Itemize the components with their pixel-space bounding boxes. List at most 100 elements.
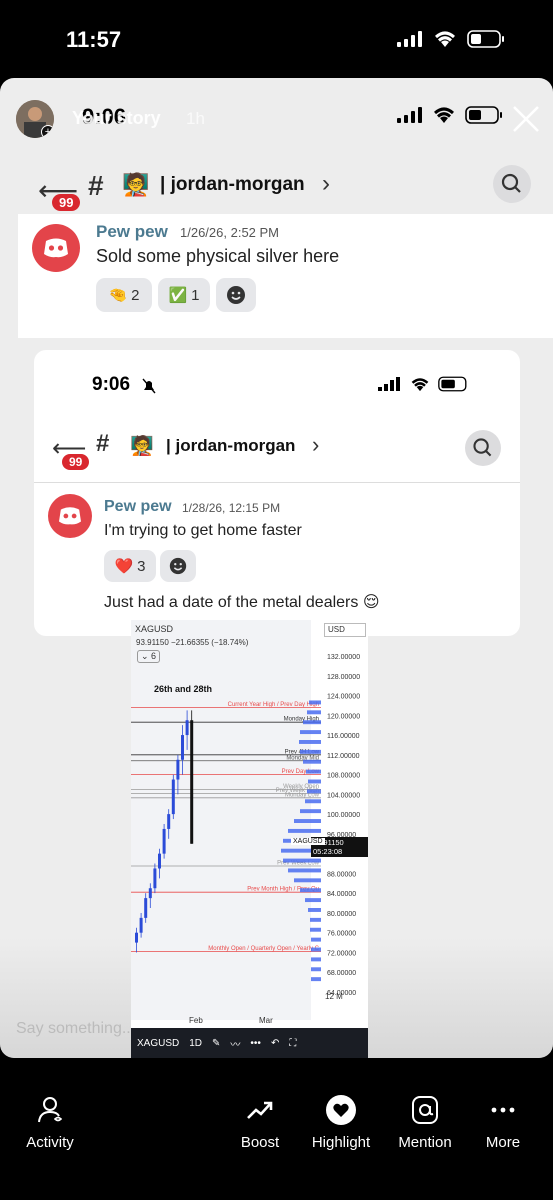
- discord-avatar-icon: [32, 224, 80, 272]
- chart-quote: 93.91150 −21.66355 (−18.74%): [136, 638, 249, 647]
- indicator-icon[interactable]: 〰: [230, 1036, 240, 1051]
- candle-body: [158, 853, 161, 869]
- battery-icon: [467, 30, 504, 48]
- chevron-right-icon[interactable]: ›: [312, 432, 319, 458]
- reaction-count: 2: [131, 286, 140, 304]
- boost-button[interactable]: Boost: [215, 1090, 305, 1151]
- volume-profile-bar: [311, 937, 321, 942]
- reaction-emoji: ✅: [168, 287, 188, 304]
- more-button[interactable]: More: [458, 1090, 548, 1151]
- candle-body: [171, 779, 175, 815]
- at-sign-icon: [412, 1096, 438, 1124]
- activity-button[interactable]: Activity: [5, 1090, 95, 1151]
- highlight-button[interactable]: Highlight: [296, 1090, 386, 1151]
- undo-icon[interactable]: ↶: [271, 1038, 279, 1049]
- candle-body: [144, 898, 148, 918]
- channel-emoji: 🧑‍🏫: [130, 436, 154, 457]
- volume-profile-bar: [300, 809, 321, 814]
- unread-badge: 99: [62, 454, 90, 470]
- channel-name[interactable]: | jordan-morgan: [166, 436, 295, 456]
- x-tick-feb: Feb: [189, 1016, 203, 1025]
- channel-hash-icon: #: [88, 170, 104, 201]
- add-reaction-button[interactable]: [216, 278, 256, 312]
- y-tick-label: 72.00000: [327, 950, 356, 957]
- search-button[interactable]: [493, 165, 531, 203]
- story-username[interactable]: Your story: [72, 108, 161, 129]
- add-reaction-button[interactable]: [160, 550, 196, 582]
- mention-button[interactable]: Mention: [380, 1090, 470, 1151]
- signal-icon: [397, 107, 422, 123]
- chart-annotation: 26th and 28th: [154, 684, 213, 694]
- candle-body: [185, 720, 189, 736]
- interval-value: 6: [151, 651, 157, 661]
- price-countdown: 05:23:08: [313, 847, 343, 856]
- message-author[interactable]: Pew pew: [96, 222, 168, 242]
- candle-body: [139, 917, 143, 933]
- level-label: Current Year High / Prev Day High: [228, 702, 319, 708]
- message-timestamp: 1/28/26, 12:15 PM: [182, 501, 281, 515]
- currency-value: USD: [328, 625, 345, 634]
- volume-profile-bar: [310, 927, 321, 932]
- message-timestamp: 1/26/26, 2:52 PM: [180, 225, 280, 240]
- reaction-heart[interactable]: ❤️ 3: [104, 550, 156, 582]
- level-label: Monthly Open / Quarterly Open / Yearly C: [208, 946, 319, 952]
- chart-toolbar: XAGUSD 1D ✎ 〰 ••• ↶ ⛶: [131, 1028, 368, 1058]
- reaction-emoji: 🤏: [108, 287, 128, 304]
- more-dots-icon[interactable]: •••: [250, 1038, 261, 1049]
- channel-emoji: 🧑‍🏫: [122, 172, 150, 197]
- story-age: 1h: [186, 109, 205, 128]
- candle-body: [167, 814, 171, 829]
- reaction-count: 3: [137, 557, 146, 575]
- volume-profile-bar: [305, 898, 321, 903]
- volume-profile-bar: [307, 789, 321, 794]
- volume-profile-bar: [310, 917, 321, 922]
- volume-profile-bar: [308, 779, 321, 784]
- message-text: I'm trying to get home faster: [104, 522, 302, 539]
- add-story-icon[interactable]: +: [41, 125, 54, 138]
- message-input[interactable]: Say something...: [16, 1020, 135, 1038]
- volume-profile-bar: [299, 740, 321, 744]
- channel-header: ⟵ 99 # 🧑‍🏫 | jordan-morgan ›: [0, 164, 553, 211]
- close-icon[interactable]: [511, 104, 541, 134]
- nested-time: 9:06: [92, 374, 131, 395]
- battery-icon: [438, 376, 467, 392]
- volume-profile-bar: [288, 868, 321, 873]
- reaction-emoji: ❤️: [114, 558, 134, 575]
- currency-select[interactable]: USD: [324, 623, 366, 637]
- volume-profile-bar: [300, 749, 321, 754]
- y-tick-label: 120.00000: [327, 713, 360, 720]
- channel-name[interactable]: | jordan-morgan: [160, 174, 305, 196]
- interval-dropdown[interactable]: ⌄ 6: [137, 650, 161, 663]
- mention-label: Mention: [398, 1134, 452, 1151]
- bottom-action-bar: Activity Boost Highlight Mention More: [0, 1060, 553, 1200]
- y-tick-label: 116.00000: [327, 733, 360, 740]
- y-tick-label: 124.00000: [327, 694, 360, 701]
- chart-screenshot: Current Year High / Prev Day High Monday …: [131, 620, 368, 1058]
- status-bar: 11:57: [0, 0, 553, 80]
- volume-profile-bar: [311, 977, 321, 982]
- channel-hash-icon: #: [96, 430, 110, 457]
- toolbar-timeframe[interactable]: 1D: [189, 1038, 202, 1049]
- reaction-pinch[interactable]: 🤏 2: [96, 278, 152, 312]
- draw-pen-icon[interactable]: ✎: [212, 1038, 220, 1049]
- volume-profile-bar: [309, 700, 321, 705]
- wifi-icon: [434, 107, 454, 123]
- message-author[interactable]: Pew pew: [104, 498, 172, 516]
- symbol-tag: XAGUSD: [291, 838, 325, 845]
- smiley-icon: [169, 557, 187, 575]
- candle-body: [148, 888, 152, 899]
- fullscreen-icon[interactable]: ⛶: [289, 1038, 296, 1049]
- divider: [34, 482, 520, 483]
- toolbar-symbol[interactable]: XAGUSD: [137, 1038, 179, 1049]
- volume-profile-bar: [311, 967, 321, 972]
- chevron-right-icon[interactable]: ›: [322, 170, 330, 198]
- volume-label: 12 M: [325, 992, 343, 1001]
- avatar[interactable]: +: [16, 100, 54, 138]
- reaction-check[interactable]: ✅ 1: [158, 278, 210, 312]
- y-tick-label: 76.00000: [327, 931, 356, 938]
- y-tick-label: 104.00000: [327, 792, 360, 799]
- more-dots-icon: [491, 1107, 515, 1113]
- heart-circle-icon: [326, 1095, 356, 1125]
- search-button[interactable]: [465, 430, 501, 466]
- more-label: More: [485, 1134, 521, 1151]
